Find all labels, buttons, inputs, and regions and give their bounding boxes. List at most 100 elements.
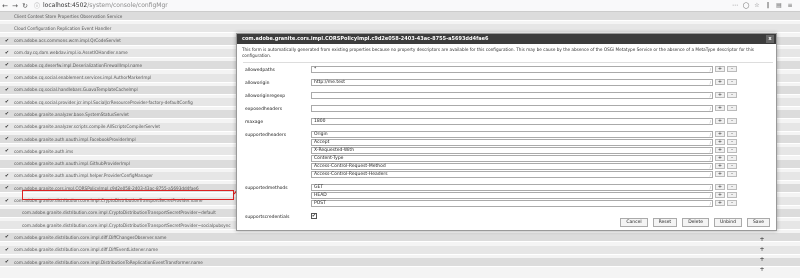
delete-button[interactable]: Delete — [682, 218, 709, 227]
add-value-button[interactable]: + — [715, 118, 725, 124]
cancel-button[interactable]: Cancel — [620, 218, 648, 227]
remove-value-button[interactable]: - — [727, 118, 737, 124]
config-row-name: com.adobe.cq.social.handlebars.GuavaTemp… — [14, 87, 138, 93]
info-icon: ⓘ — [34, 3, 41, 10]
remove-value-button[interactable]: - — [727, 92, 737, 98]
remove-value-button[interactable]: - — [727, 66, 737, 72]
remove-value-button[interactable]: - — [727, 155, 737, 161]
config-row[interactable]: ✔ com.adobe.granite.distribution.core.imp… — [0, 233, 800, 243]
supportedheaders-input[interactable]: Content-Type ∕ — [311, 155, 713, 162]
allowedpaths-input[interactable]: * ∕ — [311, 66, 713, 73]
remove-value-button[interactable]: - — [727, 105, 737, 111]
reset-button[interactable]: Reset — [652, 218, 678, 227]
resize-grip-icon[interactable]: ∕ — [710, 193, 711, 198]
more-icon[interactable]: ⋯ — [731, 2, 739, 10]
unbind-button[interactable]: Unbind — [713, 218, 742, 227]
add-value-button[interactable]: + — [715, 171, 725, 177]
config-row[interactable]: ✔ com.adobe.granite.distribution.core.imp… — [0, 245, 800, 255]
add-value-button[interactable]: + — [715, 200, 725, 206]
config-row-name: com.adobe.granite.distribution.core.impl… — [22, 222, 231, 228]
sidebar-icon[interactable]: ▤ — [775, 2, 783, 10]
add-config-icon[interactable]: + — [758, 246, 766, 253]
exposedheaders-input[interactable]: ∕ — [311, 105, 713, 112]
resize-grip-icon[interactable]: ∕ — [710, 148, 711, 153]
add-config-icon[interactable]: + — [758, 236, 766, 243]
add-value-button[interactable]: + — [715, 92, 725, 98]
pocket-icon[interactable]: ◯ — [742, 2, 750, 10]
config-row-name: com.adobe.granite.distribution.core.impl… — [14, 259, 203, 265]
alloworigin-input[interactable]: http://me.test ∕ — [311, 79, 713, 86]
config-row[interactable]: Cloud Configuration Replication Event Ha… — [0, 24, 800, 34]
supportedmethods-input[interactable]: POST ∕ — [311, 200, 713, 207]
menu-icon[interactable]: ≡ — [786, 2, 794, 10]
url-host: localhost:4502 — [43, 2, 88, 9]
remove-value-button[interactable]: - — [727, 200, 737, 206]
check-icon: ✔ — [4, 172, 10, 179]
property-supportedheaders: supportedheaders + - + - + - + - + - + - Origin ∕ Accep… — [243, 131, 773, 179]
maxage-input[interactable]: 1800 ∕ — [311, 118, 713, 125]
remove-value-button[interactable]: - — [727, 163, 737, 169]
close-icon[interactable]: x — [766, 35, 774, 43]
remove-value-button[interactable]: - — [727, 131, 737, 137]
remove-value-button[interactable]: - — [727, 171, 737, 177]
check-icon: ✔ — [4, 62, 10, 69]
remove-value-button[interactable]: - — [727, 147, 737, 153]
remove-value-button[interactable]: - — [727, 139, 737, 145]
properties-form: allowedpaths + - * ∕ alloworigin + - http://me.t… — [243, 62, 773, 220]
config-row[interactable]: Client Context Store Properties Observat… — [0, 12, 800, 21]
add-value-button[interactable]: + — [715, 184, 725, 190]
config-row-name: com.adobe.granite.analyzer.base.SystemSt… — [14, 111, 129, 117]
resize-grip-icon[interactable]: ∕ — [710, 119, 711, 124]
resize-grip-icon[interactable]: ∕ — [710, 80, 711, 85]
resize-grip-icon[interactable]: ∕ — [710, 67, 711, 72]
resize-grip-icon[interactable]: ∕ — [710, 172, 711, 177]
add-value-button[interactable]: + — [715, 192, 725, 198]
alloworiginregexp-input[interactable]: ∕ — [311, 92, 713, 99]
add-value-button[interactable]: + — [715, 131, 725, 137]
field-value: HEAD — [314, 193, 327, 198]
dialog-description: This form is automatically generated fro… — [242, 47, 754, 58]
config-dialog: com.adobe.granite.cors.impl.CORSPolicyIm… — [236, 33, 777, 231]
config-row[interactable]: ✔ com.adobe.granite.distribution.core.imp… — [0, 258, 800, 267]
supportscredentials-checkbox[interactable]: ✔ — [311, 213, 317, 219]
remove-value-button[interactable]: - — [727, 79, 737, 85]
resize-grip-icon[interactable]: ∕ — [710, 93, 711, 98]
add-value-button[interactable]: + — [715, 139, 725, 145]
add-config-icon[interactable]: + — [758, 266, 766, 273]
supportedheaders-input[interactable]: Access-Control-Request-Method ∕ — [311, 163, 713, 170]
property-label: supportedmethods — [245, 186, 288, 191]
supportedmethods-input[interactable]: HEAD ∕ — [311, 192, 713, 199]
add-value-button[interactable]: + — [715, 163, 725, 169]
resize-grip-icon[interactable]: ∕ — [710, 132, 711, 137]
library-icon[interactable]: ‖ — [764, 2, 772, 10]
supportedheaders-input[interactable]: Origin ∕ — [311, 131, 713, 138]
add-value-button[interactable]: + — [715, 66, 725, 72]
resize-grip-icon[interactable]: ∕ — [710, 185, 711, 190]
field-value: * — [314, 67, 317, 72]
supportedheaders-input[interactable]: Access-Control-Request-Headers ∕ — [311, 171, 713, 178]
resize-grip-icon[interactable]: ∕ — [710, 201, 711, 206]
save-button[interactable]: Save — [746, 218, 770, 227]
property-label: alloworigin — [245, 81, 270, 86]
resize-grip-icon[interactable]: ∕ — [710, 164, 711, 169]
supportedmethods-input[interactable]: GET ∕ — [311, 184, 713, 191]
back-icon[interactable]: ← — [0, 1, 10, 11]
address-bar[interactable]: ⓘ localhost:4502 /system/console/configM… — [34, 1, 168, 10]
add-value-button[interactable]: + — [715, 79, 725, 85]
reload-icon[interactable]: ↻ — [20, 1, 30, 11]
remove-value-button[interactable]: - — [727, 192, 737, 198]
supportedheaders-input[interactable]: Accept ∕ — [311, 139, 713, 146]
supportedheaders-input[interactable]: X-Requested-With ∕ — [311, 147, 713, 154]
add-config-icon[interactable]: + — [758, 256, 766, 263]
add-value-button[interactable]: + — [715, 105, 725, 111]
remove-value-button[interactable]: - — [727, 184, 737, 190]
resize-grip-icon[interactable]: ∕ — [710, 156, 711, 161]
star-icon[interactable]: ☆ — [753, 2, 761, 10]
resize-grip-icon[interactable]: ∕ — [710, 106, 711, 111]
forward-icon[interactable]: → — [10, 1, 20, 11]
add-value-button[interactable]: + — [715, 147, 725, 153]
config-row-name: com.adobe.granite.auth.ims — [14, 148, 74, 154]
add-value-button[interactable]: + — [715, 155, 725, 161]
resize-grip-icon[interactable]: ∕ — [710, 140, 711, 145]
dialog-titlebar[interactable]: com.adobe.granite.cors.impl.CORSPolicyIm… — [237, 34, 776, 44]
